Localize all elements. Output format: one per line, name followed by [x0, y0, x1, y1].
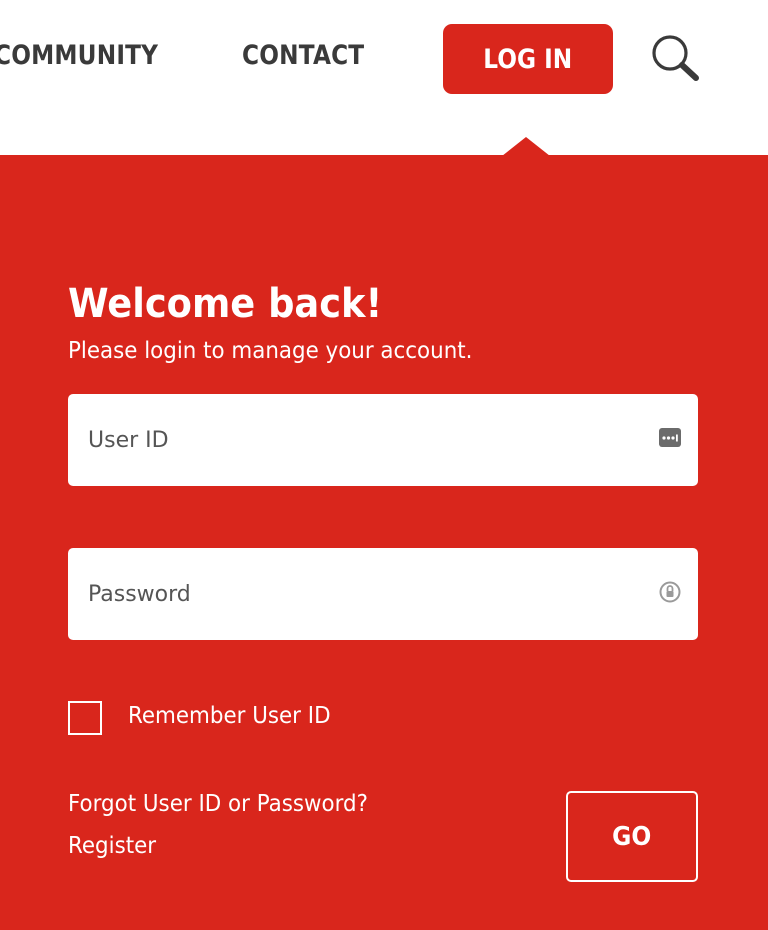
search-icon — [652, 35, 699, 81]
login-page: COMMUNITY CONTACT LOG IN Welcome back! P… — [0, 0, 768, 930]
welcome-title: Welcome back! — [68, 281, 383, 327]
search-button[interactable] — [648, 32, 704, 88]
register-link[interactable]: Register — [68, 833, 156, 859]
password-reveal-icon[interactable] — [658, 580, 682, 604]
password-input[interactable] — [88, 548, 648, 640]
password-manager-icon[interactable] — [658, 426, 682, 450]
nav-link-contact[interactable]: CONTACT — [242, 40, 364, 71]
go-button[interactable]: GO — [566, 791, 698, 882]
login-button[interactable]: LOG IN — [443, 24, 613, 94]
user-id-input[interactable] — [88, 394, 648, 486]
top-navigation: COMMUNITY CONTACT LOG IN — [0, 0, 768, 155]
go-button-label: GO — [612, 821, 652, 852]
welcome-subtitle: Please login to manage your account. — [68, 338, 473, 364]
remember-user-id-label[interactable]: Remember User ID — [128, 703, 331, 729]
panel-pointer — [502, 137, 550, 156]
nav-link-community[interactable]: COMMUNITY — [0, 40, 158, 71]
user-id-field[interactable] — [68, 394, 698, 486]
remember-user-id-checkbox[interactable] — [68, 701, 102, 735]
forgot-credentials-link[interactable]: Forgot User ID or Password? — [68, 791, 368, 817]
login-button-label: LOG IN — [483, 43, 573, 75]
password-field[interactable] — [68, 548, 698, 640]
